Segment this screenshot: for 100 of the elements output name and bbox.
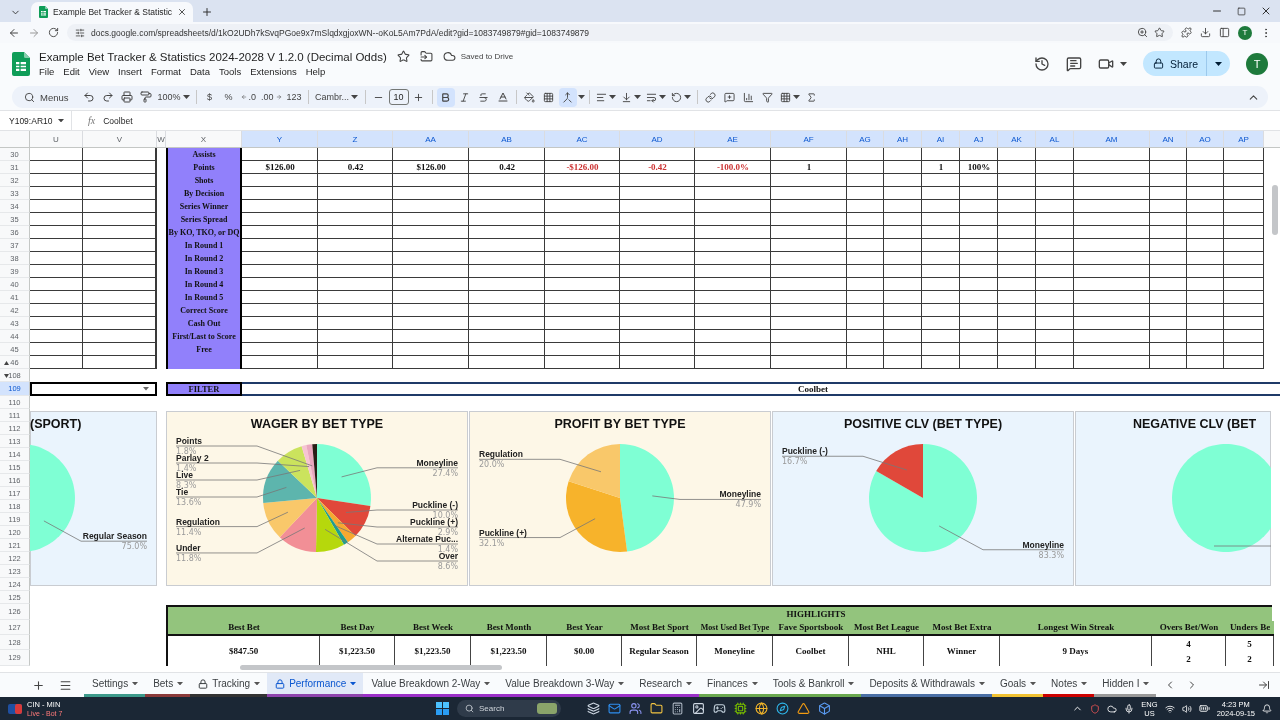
sheet-tab[interactable]: Tools & Bankroll	[764, 673, 862, 697]
caret-icon[interactable]	[177, 681, 184, 686]
sheet-tab[interactable]: Research	[631, 673, 700, 697]
sheet-tab[interactable]: Settings	[84, 673, 146, 697]
menu-item[interactable]: Tools	[219, 66, 242, 77]
folder-icon[interactable]	[419, 50, 433, 63]
caret-icon[interactable]	[633, 95, 641, 99]
plus-icon[interactable]	[201, 6, 214, 18]
formula-content[interactable]: Coolbet	[103, 115, 133, 126]
profile-avatar[interactable]: T	[1238, 25, 1252, 40]
dropdown-field[interactable]	[30, 382, 157, 396]
arrow-down-to-line-icon[interactable]	[620, 91, 632, 103]
triangle-up-icon[interactable]	[4, 360, 9, 365]
cloud-icon[interactable]	[1107, 703, 1118, 714]
menu-item[interactable]: Format	[150, 66, 181, 77]
sheet-tab[interactable]: Value Breakdown 3-Way	[497, 673, 632, 697]
column-header[interactable]: AN	[1150, 131, 1187, 147]
caret-icon[interactable]	[1030, 681, 1037, 686]
column-header[interactable]: AL	[1036, 131, 1074, 147]
caret-icon[interactable]	[792, 95, 800, 99]
caret-icon[interactable]	[608, 95, 616, 99]
star-icon[interactable]	[1154, 27, 1165, 38]
caret-icon[interactable]	[484, 681, 491, 686]
text-color-icon[interactable]	[496, 91, 509, 103]
image-icon[interactable]	[692, 702, 705, 715]
arrow-left-icon[interactable]	[240, 94, 247, 100]
undo-icon[interactable]	[82, 91, 95, 103]
mail-icon[interactable]	[608, 702, 621, 715]
menu-item[interactable]: View	[88, 66, 110, 77]
increase-decimal-button[interactable]: .00	[259, 87, 284, 107]
paint-bucket-icon[interactable]	[524, 91, 536, 103]
column-header[interactable]: AP	[1224, 131, 1264, 147]
menu-item[interactable]: Insert	[118, 66, 142, 77]
column-header[interactable]: AA	[393, 131, 469, 147]
menu-item[interactable]: Help	[305, 66, 326, 77]
column-header[interactable]: AB	[469, 131, 545, 147]
filter-icon[interactable]	[762, 91, 774, 103]
scrollbar-thumb[interactable]	[240, 665, 502, 670]
menu-icon[interactable]	[59, 678, 72, 692]
triangle-icon[interactable]	[797, 702, 810, 715]
font-button[interactable]: Cambr...	[312, 87, 361, 107]
caret-icon[interactable]	[132, 681, 139, 686]
sheet-tab[interactable]: Goals	[992, 673, 1044, 697]
gamepad-icon[interactable]	[713, 702, 726, 715]
column-header[interactable]: AJ	[960, 131, 998, 147]
sheet-tab[interactable]: Bets	[145, 673, 191, 697]
caret-icon[interactable]	[848, 681, 855, 686]
menu-item[interactable]: Edit	[63, 66, 80, 77]
bar-chart-icon[interactable]	[743, 91, 755, 103]
close-icon[interactable]	[177, 7, 188, 17]
sheet-tab[interactable]: Finances	[699, 673, 765, 697]
windows-logo-icon[interactable]	[436, 702, 449, 715]
calculator-icon[interactable]	[671, 702, 684, 715]
sheet-tab[interactable]: Hidden I	[1094, 673, 1157, 697]
add-sheet-icon[interactable]	[32, 678, 45, 692]
link-icon[interactable]	[705, 91, 717, 103]
redo-icon[interactable]	[101, 91, 114, 103]
sheet-tab[interactable]: Tracking	[190, 673, 268, 697]
merge-icon[interactable]	[562, 91, 574, 103]
percent-button[interactable]: %	[219, 87, 238, 107]
document-title[interactable]: Example Bet Tracker & Statistics 2024-2028 V 1.2.0 (Decimal Odds)	[39, 50, 387, 63]
sheet-tab[interactable]: Value Breakdown 2-Way	[363, 673, 498, 697]
caret-icon[interactable]	[979, 681, 985, 686]
zoom-icon[interactable]	[1137, 27, 1148, 38]
lock-icon[interactable]	[1152, 58, 1164, 69]
menu-item[interactable]: Data	[189, 66, 211, 77]
column-header[interactable]: AF	[771, 131, 847, 147]
caret-icon[interactable]	[143, 387, 149, 391]
caret-icon[interactable]	[254, 681, 261, 686]
printer-icon[interactable]	[120, 91, 133, 103]
back-icon[interactable]	[8, 26, 20, 39]
caret-icon[interactable]	[1119, 61, 1127, 66]
people-icon[interactable]	[629, 702, 642, 715]
bold-button[interactable]	[436, 87, 455, 107]
column-header[interactable]: Z	[318, 131, 393, 147]
name-box[interactable]: Y109:AR10	[0, 111, 72, 130]
filter-value-cell[interactable]: Coolbet	[242, 382, 1280, 396]
wifi-icon[interactable]	[1164, 703, 1175, 714]
sheets-logo-icon[interactable]	[12, 51, 30, 76]
sheet-tab[interactable]: Deposits & Withdrawals	[861, 673, 992, 697]
merge-cells-button[interactable]	[558, 87, 577, 107]
search-icon[interactable]	[24, 91, 35, 103]
column-header[interactable]: AD	[620, 131, 695, 147]
paint-roller-icon[interactable]	[139, 91, 152, 103]
caret-icon[interactable]	[686, 681, 693, 686]
sheet-tab[interactable]: Performance	[267, 673, 364, 697]
search-icon[interactable]	[465, 704, 474, 713]
chip-icon[interactable]	[734, 702, 747, 715]
caret-icon[interactable]	[58, 118, 65, 123]
globe-icon[interactable]	[755, 702, 768, 715]
caret-icon[interactable]	[577, 95, 585, 99]
column-header[interactable]: AK	[998, 131, 1036, 147]
column-header[interactable]: AM	[1074, 131, 1150, 147]
comment-plus-icon[interactable]	[724, 91, 736, 103]
profile-avatar[interactable]: T	[1246, 52, 1268, 75]
puzzle-icon[interactable]	[1181, 27, 1192, 38]
arrow-to-line-icon[interactable]	[1258, 679, 1270, 691]
plus-icon[interactable]	[413, 91, 425, 103]
column-header[interactable]: AG	[847, 131, 884, 147]
bold-icon[interactable]	[440, 91, 452, 103]
